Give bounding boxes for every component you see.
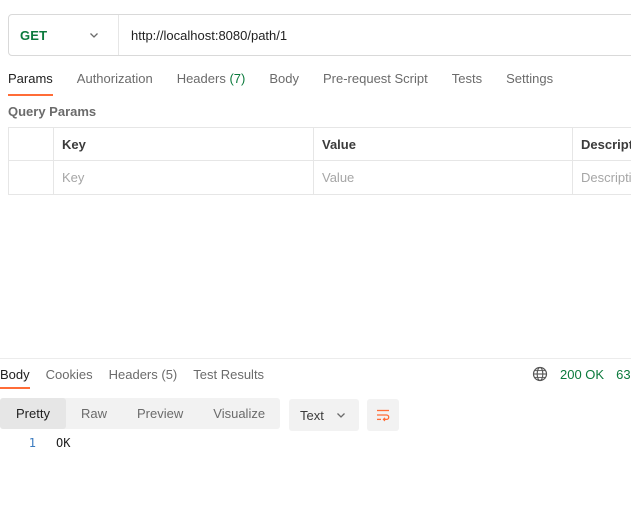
response-body-text: OK: [56, 436, 71, 450]
tab-body[interactable]: Body: [269, 64, 299, 94]
response-tab-cookies[interactable]: Cookies: [46, 362, 93, 388]
tab-params[interactable]: Params: [8, 64, 53, 96]
tab-tests[interactable]: Tests: [452, 64, 482, 94]
format-pretty-button[interactable]: Pretty: [0, 398, 66, 429]
tab-settings-label: Settings: [506, 71, 554, 86]
tab-pre-request-script-label: Pre-request Script: [322, 71, 428, 86]
body-type-select[interactable]: Text: [289, 399, 359, 431]
value-input[interactable]: Value: [314, 161, 573, 194]
value-column-header: Value: [314, 128, 573, 160]
globe-icon[interactable]: [532, 366, 548, 382]
method-select[interactable]: GET: [9, 15, 119, 55]
wrap-lines-button[interactable]: [367, 399, 399, 431]
tab-headers-label: Headers: [176, 71, 226, 86]
row-checkbox-cell: [9, 161, 54, 194]
tab-headers[interactable]: Headers (7): [177, 64, 246, 94]
tab-body-label: Body: [269, 71, 299, 86]
response-body: 1 OK: [0, 436, 71, 450]
response-divider[interactable]: [0, 358, 631, 359]
body-type-label: Text: [300, 407, 324, 423]
method-label: GET: [20, 27, 48, 43]
request-url-bar: GET: [8, 14, 631, 56]
tab-tests-label: Tests: [451, 71, 483, 86]
format-preview-button[interactable]: Preview: [122, 398, 198, 429]
tab-pre-request-script[interactable]: Pre-request Script: [323, 64, 428, 94]
chevron-down-icon: [90, 33, 98, 38]
query-params-table: Key Value Description Key Value Descript…: [8, 127, 631, 195]
tab-settings[interactable]: Settings: [506, 64, 553, 94]
tab-authorization-label: Authorization: [76, 71, 153, 86]
checkbox-column-header: [9, 128, 54, 160]
format-visualize-button[interactable]: Visualize: [198, 398, 280, 429]
description-input[interactable]: Description: [573, 161, 631, 194]
tab-authorization[interactable]: Authorization: [77, 64, 153, 94]
wrap-lines-icon: [377, 409, 390, 422]
response-tab-test-results[interactable]: Test Results: [193, 362, 264, 388]
tab-params-label: Params: [8, 71, 53, 86]
description-column-header: Description: [581, 136, 631, 152]
response-status: 200 OK 63 ms: [532, 366, 631, 382]
line-number: 1: [28, 436, 36, 450]
key-column-header: Key: [54, 128, 314, 160]
headers-count-badge: (7): [229, 71, 246, 86]
response-tab-body[interactable]: Body: [0, 362, 30, 389]
request-tabs: Params Authorization Headers (7) Body Pr…: [8, 64, 577, 96]
response-tab-headers[interactable]: Headers (5): [109, 362, 178, 388]
response-time[interactable]: 63 ms: [616, 367, 631, 382]
status-code[interactable]: 200 OK: [560, 367, 604, 382]
format-raw-button[interactable]: Raw: [66, 398, 122, 429]
key-input[interactable]: Key: [54, 161, 314, 194]
url-input[interactable]: [131, 15, 631, 55]
table-row: Key Value Description: [9, 161, 631, 194]
query-params-heading: Query Params: [8, 104, 97, 119]
chevron-down-icon: [337, 413, 345, 418]
format-toggle-group: Pretty Raw Preview Visualize: [0, 398, 281, 429]
response-tabs: Body Cookies Headers (5) Test Results: [0, 362, 280, 390]
table-header-row: Key Value Description: [9, 128, 631, 161]
